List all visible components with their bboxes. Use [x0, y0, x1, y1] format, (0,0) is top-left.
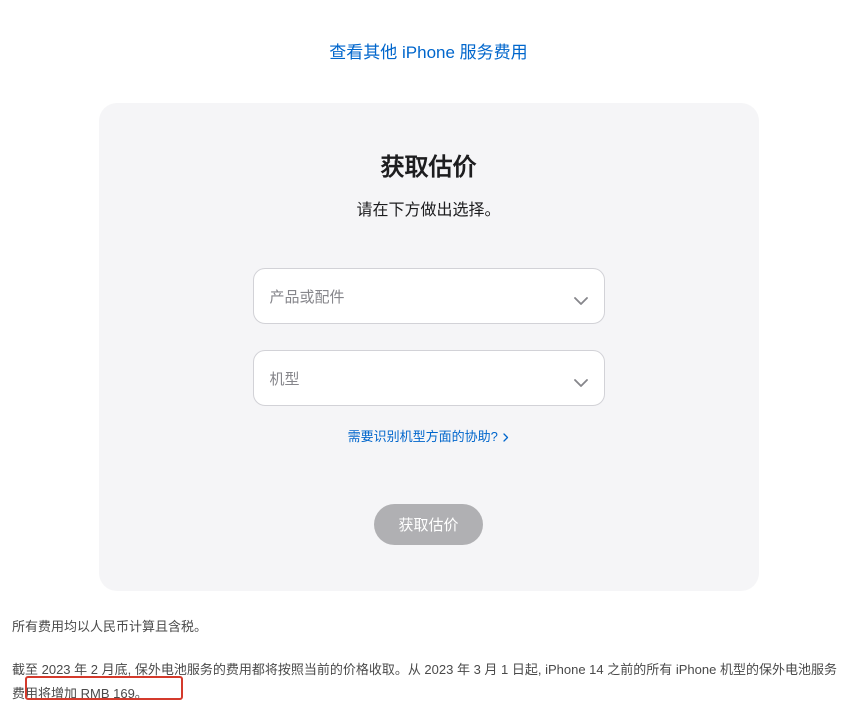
footer-note-currency: 所有费用均以人民币计算且含税。: [12, 615, 845, 640]
product-select-wrapper: 产品或配件: [253, 268, 605, 324]
model-select-placeholder: 机型: [270, 368, 300, 389]
estimate-card: 获取估价 请在下方做出选择。 产品或配件 机型 需要识别机型方面的协助?: [99, 103, 759, 591]
identify-model-help-link[interactable]: 需要识别机型方面的协助?: [348, 429, 510, 444]
footer-note-price-increase: 截至 2023 年 2 月底, 保外电池服务的费用都将按照当前的价格收取。从 2…: [12, 658, 845, 707]
chevron-down-icon: [574, 292, 588, 300]
chevron-down-icon: [574, 374, 588, 382]
product-select-placeholder: 产品或配件: [270, 286, 345, 307]
product-select[interactable]: 产品或配件: [253, 268, 605, 324]
model-select-wrapper: 机型: [253, 350, 605, 406]
top-link-wrapper: 查看其他 iPhone 服务费用: [10, 38, 847, 63]
other-iphone-fees-link[interactable]: 查看其他 iPhone 服务费用: [329, 43, 527, 62]
card-subtitle: 请在下方做出选择。: [139, 196, 719, 220]
get-estimate-button[interactable]: 获取估价: [374, 504, 482, 545]
chevron-right-icon: [503, 430, 509, 445]
help-link-text: 需要识别机型方面的协助?: [348, 429, 498, 444]
help-link-wrapper: 需要识别机型方面的协助?: [139, 426, 719, 446]
footer-notes: 所有费用均以人民币计算且含税。 截至 2023 年 2 月底, 保外电池服务的费…: [10, 591, 847, 707]
card-title: 获取估价: [139, 147, 719, 182]
model-select[interactable]: 机型: [253, 350, 605, 406]
